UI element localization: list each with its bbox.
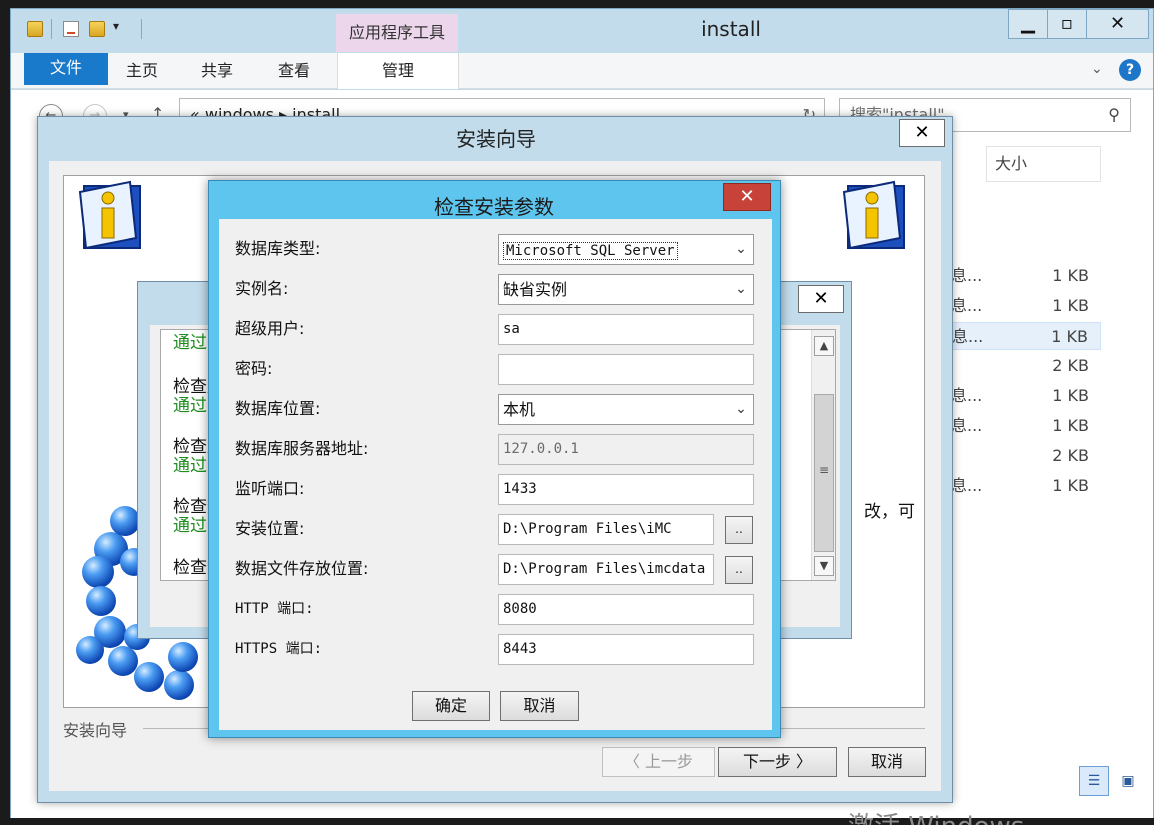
ribbon-tabs: 文件 主页 共享 查看 管理 ⌄ ?	[11, 53, 1153, 89]
wizard-group-label: 安装向导	[63, 717, 134, 741]
column-header-size[interactable]: 大小	[986, 146, 1101, 182]
list-item[interactable]: 息... 1 KB	[951, 262, 1101, 290]
details-view-icon[interactable]: ☰	[1079, 766, 1109, 796]
tab-manage[interactable]: 管理	[337, 53, 459, 89]
instance-select[interactable]: 缺省实例 ⌄	[498, 274, 754, 305]
chevron-down-icon[interactable]: ⌄	[1091, 61, 1103, 77]
help-icon[interactable]: ?	[1119, 59, 1141, 81]
tab-view[interactable]: 查看	[268, 53, 320, 89]
cancel-button[interactable]: 取消	[500, 691, 579, 721]
file-name: 息...	[952, 327, 982, 346]
file-size: 2 KB	[1052, 446, 1089, 465]
port-label: 监听端口:	[235, 479, 305, 498]
db-server-label: 数据库服务器地址:	[235, 439, 369, 458]
minimize-button[interactable]: ▁	[1008, 9, 1048, 39]
install-path-input[interactable]: D:\Program Files\iMC	[498, 514, 714, 545]
db-location-value: 本机	[503, 400, 536, 419]
file-size: 1 KB	[1052, 386, 1089, 405]
file-size: 1 KB	[1052, 416, 1089, 435]
wizard-close-button[interactable]: ✕	[899, 119, 945, 147]
list-item[interactable]: 2 KB	[951, 352, 1101, 380]
db-server-input: 127.0.0.1	[498, 434, 754, 465]
file-size: 2 KB	[1052, 356, 1089, 375]
file-size: 1 KB	[1052, 476, 1089, 495]
check-close-button[interactable]: ✕	[798, 285, 844, 313]
search-icon: ⚲	[1108, 105, 1120, 124]
chevron-down-icon: ⌄	[735, 241, 747, 257]
password-label: 密码:	[235, 359, 273, 378]
check-install-params-dialog: 检查安装参数 ✕ 数据库类型: Microsoft SQL Server ⌄ 实…	[208, 180, 781, 738]
db-location-select[interactable]: 本机 ⌄	[498, 394, 754, 425]
wizard-side-text: 改，可	[864, 502, 915, 522]
file-name: 息...	[951, 296, 981, 315]
http-port-input[interactable]: 8080	[498, 594, 754, 625]
superuser-input[interactable]: sa	[498, 314, 754, 345]
properties-icon[interactable]	[63, 21, 79, 37]
db-type-label: 数据库类型:	[235, 239, 321, 258]
list-item[interactable]: 息... 1 KB	[951, 412, 1101, 440]
maximize-button[interactable]: ▫	[1047, 9, 1087, 39]
check-status: 通过	[173, 333, 207, 353]
instance-value: 缺省实例	[503, 280, 568, 299]
context-tab-group-label: 应用程序工具	[336, 14, 458, 52]
qat-dropdown-icon[interactable]: ▾	[113, 19, 119, 33]
file-size: 1 KB	[1051, 327, 1088, 346]
large-icons-view-icon[interactable]: ▣	[1115, 768, 1141, 794]
scroll-thumb[interactable]: ≡	[814, 394, 834, 552]
file-size: 1 KB	[1052, 296, 1089, 315]
wizard-title: 安装向导	[456, 127, 536, 151]
list-item[interactable]: 息... 1 KB	[951, 292, 1101, 320]
https-port-label: HTTPS 端口:	[235, 641, 323, 657]
list-item[interactable]: 2 KB	[951, 442, 1101, 470]
chevron-down-icon: ⌄	[735, 281, 747, 297]
db-type-select[interactable]: Microsoft SQL Server ⌄	[498, 234, 754, 265]
https-port-input[interactable]: 8443	[498, 634, 754, 665]
http-port-label: HTTP 端口:	[235, 601, 314, 617]
info-badge-icon	[842, 180, 905, 250]
close-button[interactable]: ✕	[1086, 9, 1149, 39]
new-folder-icon[interactable]	[89, 21, 105, 37]
password-input[interactable]	[498, 354, 754, 385]
window-title: install	[701, 17, 761, 41]
qat-separator	[51, 19, 52, 39]
data-path-label: 数据文件存放位置:	[235, 559, 369, 578]
data-path-input[interactable]: D:\Program Files\imcdata	[498, 554, 714, 585]
file-name: 息...	[951, 386, 981, 405]
next-button[interactable]: 下一步 〉	[718, 747, 837, 777]
scroll-down-icon[interactable]: ▼	[814, 556, 834, 576]
dialog-body: 数据库类型: Microsoft SQL Server ⌄ 实例名: 缺省实例 …	[219, 219, 772, 730]
dialog-title: 检查安装参数	[434, 195, 554, 219]
file-size: 1 KB	[1052, 266, 1089, 285]
dialog-close-button[interactable]: ✕	[723, 183, 771, 211]
superuser-label: 超级用户:	[235, 319, 305, 338]
install-path-label: 安装位置:	[235, 519, 305, 538]
file-name: 息...	[951, 416, 981, 435]
instance-label: 实例名:	[235, 279, 289, 298]
vertical-scrollbar[interactable]: ▲ ≡ ▼	[811, 330, 835, 580]
tab-home[interactable]: 主页	[116, 53, 168, 89]
wizard-cancel-button[interactable]: 取消	[848, 747, 926, 777]
file-name: 息...	[951, 476, 981, 495]
file-name: 息...	[951, 266, 981, 285]
ok-button[interactable]: 确定	[412, 691, 490, 721]
db-location-label: 数据库位置:	[235, 399, 321, 418]
scroll-up-icon[interactable]: ▲	[814, 336, 834, 356]
data-path-browse-button[interactable]: ..	[725, 556, 753, 584]
list-item-selected[interactable]: 息... 1 KB	[951, 322, 1101, 350]
folder-icon[interactable]	[27, 21, 43, 37]
list-item: 通过	[173, 330, 207, 353]
activation-watermark: 激活 Windows	[848, 806, 1024, 825]
install-path-browse-button[interactable]: ..	[725, 516, 753, 544]
db-type-value: Microsoft SQL Server	[503, 242, 678, 260]
qat-separator	[141, 19, 142, 39]
previous-button[interactable]: 〈 上一步	[602, 747, 715, 777]
chevron-down-icon: ⌄	[735, 401, 747, 417]
list-item[interactable]: 息... 1 KB	[951, 472, 1101, 500]
tab-file[interactable]: 文件	[24, 53, 108, 85]
port-input[interactable]: 1433	[498, 474, 754, 505]
tab-share[interactable]: 共享	[191, 53, 243, 89]
list-item[interactable]: 息... 1 KB	[951, 382, 1101, 410]
